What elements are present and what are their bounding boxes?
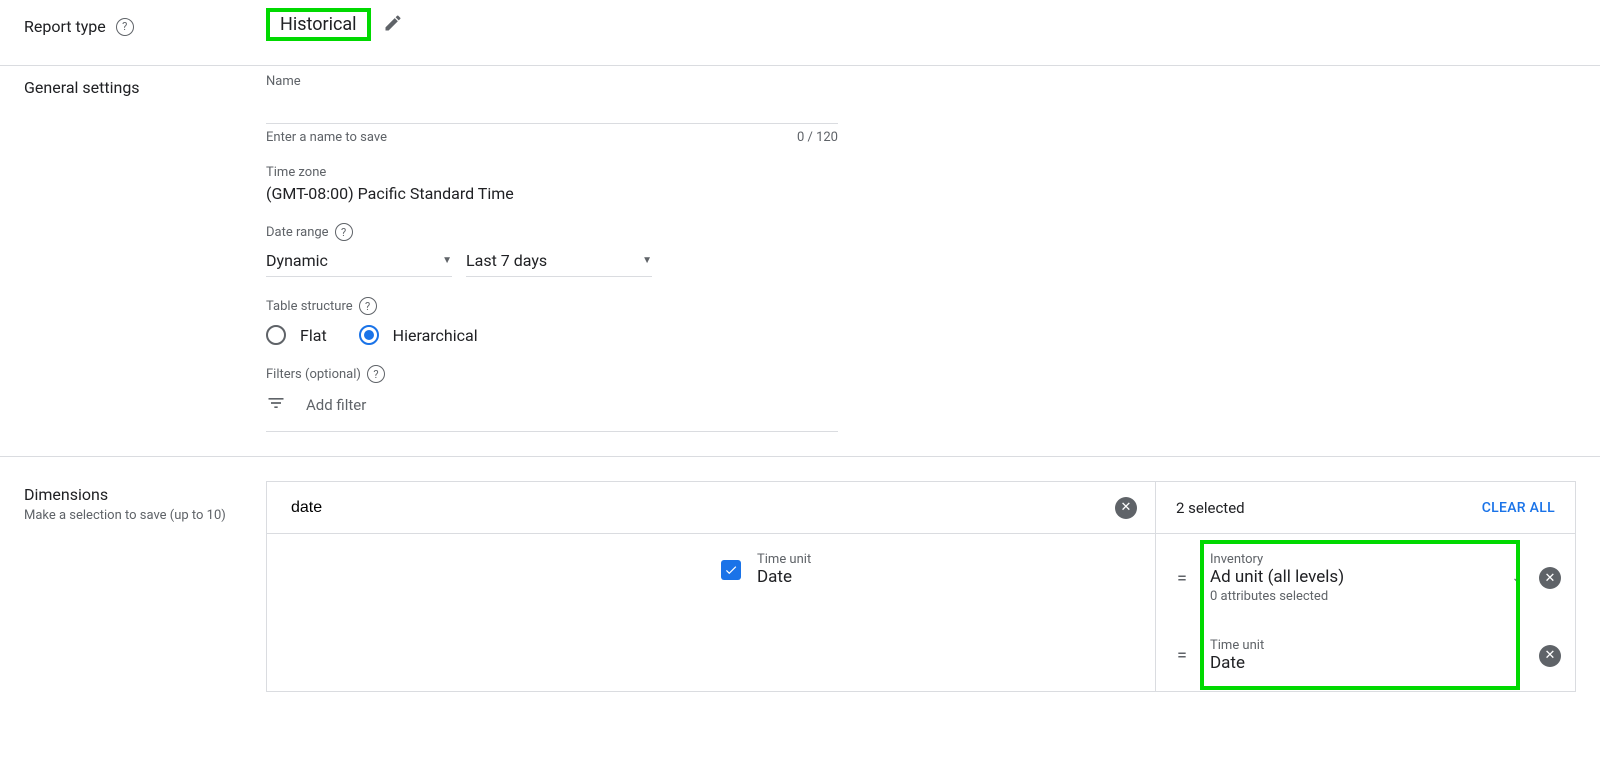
drag-handle-icon[interactable]: =	[1170, 645, 1192, 666]
dimensions-section: Dimensions Make a selection to save (up …	[0, 457, 1600, 692]
report-type-label: Report type ?	[24, 8, 266, 41]
report-type-section: Report type ? Historical	[0, 0, 1600, 66]
radio-checked-icon	[359, 325, 379, 345]
chevron-down-icon[interactable]: ⌄	[1505, 570, 1529, 586]
dimensions-search-input[interactable]	[285, 493, 1115, 523]
timezone-value: (GMT-08:00) Pacific Standard Time	[266, 184, 1576, 203]
name-label: Name	[266, 74, 1576, 89]
name-hint: Enter a name to save	[266, 130, 387, 145]
help-icon[interactable]: ?	[367, 365, 385, 383]
help-icon[interactable]: ?	[116, 18, 134, 36]
result-name: Date	[757, 567, 811, 587]
filter-icon	[266, 393, 286, 417]
daterange-mode-dropdown[interactable]: Dynamic ▼	[266, 245, 452, 277]
selected-dimension-item: = Time unit Date ✕	[1164, 630, 1567, 681]
radio-hierarchical[interactable]: Hierarchical	[359, 325, 478, 345]
result-category: Time unit	[757, 552, 811, 567]
help-icon[interactable]: ?	[335, 223, 353, 241]
dimensions-selected-panel: 2 selected CLEAR ALL = Inventory Ad unit…	[1155, 482, 1575, 691]
dimensions-heading: Dimensions	[24, 485, 266, 504]
dropdown-arrow-icon: ▼	[442, 255, 452, 266]
selected-category: Inventory	[1210, 552, 1495, 567]
report-type-heading: Report type	[24, 17, 106, 36]
general-settings-heading: General settings	[24, 78, 266, 97]
filters-label: Filters (optional) ?	[266, 365, 1576, 383]
drag-handle-icon[interactable]: =	[1170, 568, 1192, 589]
dimensions-label: Dimensions Make a selection to save (up …	[24, 481, 266, 692]
selected-name: Ad unit (all levels)	[1210, 567, 1495, 587]
add-filter-button[interactable]: Add filter	[266, 393, 838, 432]
selected-count: 2 selected	[1176, 499, 1245, 517]
selected-category: Time unit	[1210, 638, 1493, 653]
edit-icon[interactable]	[383, 13, 403, 37]
remove-icon[interactable]: ✕	[1539, 645, 1561, 667]
selected-attrs: 0 attributes selected	[1210, 589, 1495, 604]
general-settings-label: General settings	[24, 74, 266, 432]
clear-search-icon[interactable]: ✕	[1115, 497, 1137, 519]
name-charcount: 0 / 120	[797, 130, 838, 145]
table-structure-label: Table structure ?	[266, 297, 1576, 315]
selected-name: Date	[1210, 653, 1493, 673]
daterange-value-dropdown[interactable]: Last 7 days ▼	[466, 245, 652, 277]
remove-icon[interactable]: ✕	[1539, 567, 1561, 589]
help-icon[interactable]: ?	[359, 297, 377, 315]
checkbox-checked-icon[interactable]	[721, 560, 741, 580]
radio-flat[interactable]: Flat	[266, 325, 327, 345]
timezone-label: Time zone	[266, 165, 1576, 180]
dropdown-arrow-icon: ▼	[642, 255, 652, 266]
selected-dimension-item: = Inventory Ad unit (all levels) 0 attri…	[1164, 544, 1567, 612]
clear-all-button[interactable]: CLEAR ALL	[1482, 500, 1555, 516]
general-settings-section: General settings Name Enter a name to sa…	[0, 66, 1600, 457]
report-type-value: Historical	[266, 8, 371, 41]
radio-unchecked-icon	[266, 325, 286, 345]
daterange-label: Date range ?	[266, 223, 1576, 241]
name-input[interactable]	[266, 93, 838, 124]
dimensions-subtitle: Make a selection to save (up to 10)	[24, 508, 266, 523]
dimension-result-item[interactable]: Time unit Date	[721, 546, 1131, 593]
dimensions-search-panel: ✕ Time unit Date	[267, 482, 1155, 691]
